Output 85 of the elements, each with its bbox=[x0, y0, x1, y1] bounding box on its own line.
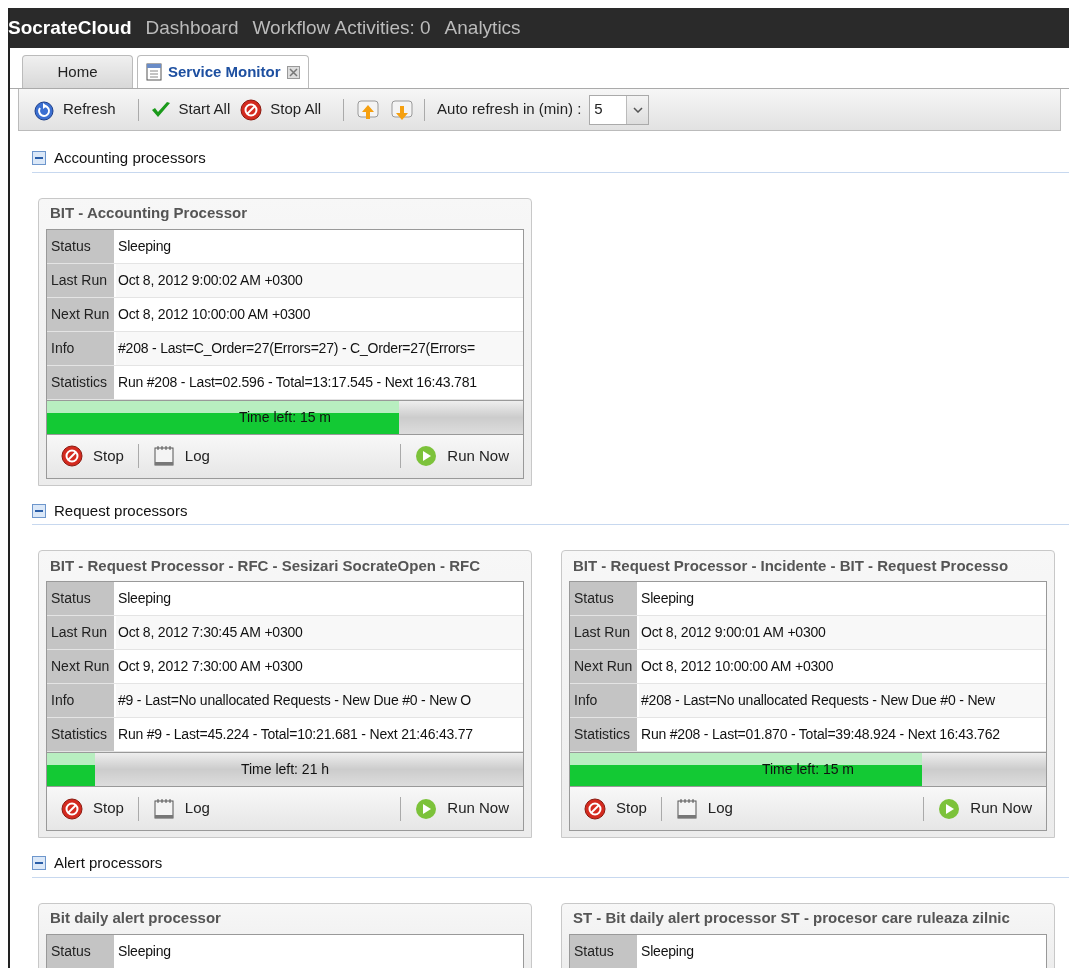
time-left: Time left: 15 m bbox=[237, 407, 333, 427]
stop-button[interactable]: Stop bbox=[61, 797, 124, 820]
row-label: Info bbox=[47, 331, 116, 365]
row-value: Oct 8, 2012 10:00:00 AM +0300 bbox=[640, 657, 834, 676]
row-value: Oct 9, 2012 7:30:00 AM +0300 bbox=[117, 657, 303, 676]
stop-button[interactable]: Stop bbox=[61, 444, 124, 468]
row-value: Sleeping bbox=[117, 589, 171, 608]
row-label: Status bbox=[570, 582, 639, 615]
row-label: Statistics bbox=[47, 718, 116, 751]
checkmark-icon bbox=[150, 100, 171, 119]
card-title: ST - Bit daily alert processor ST - procesor care ruleaza zilnic bbox=[572, 908, 1011, 929]
time-left: Time left: 15 m bbox=[760, 760, 856, 779]
row-label: Info bbox=[47, 684, 116, 717]
row-value: Run #208 - Last=02.596 - Total=13:17.545 - Next 16:43.781 bbox=[117, 372, 477, 392]
row-value: Oct 8, 2012 7:30:45 AM +0300 bbox=[117, 623, 303, 642]
time-left: Time left: 21 h bbox=[239, 760, 331, 779]
refresh-icon bbox=[33, 98, 55, 121]
play-icon bbox=[415, 445, 438, 467]
row-label: Statistics bbox=[47, 365, 116, 399]
start-button[interactable]: Start All bbox=[150, 98, 231, 121]
log-button[interactable]: Log bbox=[675, 797, 733, 820]
card-title: BIT - Request Processor - RFC - Sesizari SocrateOpen - RFC bbox=[49, 555, 482, 576]
collapse-icon[interactable] bbox=[32, 151, 46, 166]
calendar-icon bbox=[152, 797, 175, 820]
stop-button[interactable]: Stop All bbox=[240, 98, 322, 121]
row-value: Oct 8, 2012 10:00:00 AM +0300 bbox=[117, 304, 311, 324]
collapse-icon[interactable] bbox=[32, 503, 46, 518]
row-label: Next Run bbox=[47, 297, 116, 331]
brand[interactable]: SocrateCloud bbox=[8, 13, 132, 43]
row-label: Status bbox=[570, 934, 639, 968]
row-value: #208 - Last=C_Order=27(Errors=27) - C_Order=27(Errors= bbox=[117, 338, 475, 358]
stop-icon bbox=[61, 797, 83, 820]
row-label: Statistics bbox=[570, 718, 639, 751]
log-button[interactable]: Log bbox=[152, 444, 210, 468]
nav-link[interactable]: Analytics bbox=[444, 13, 521, 43]
document-icon bbox=[146, 63, 162, 81]
section-title: Alert processors bbox=[54, 853, 163, 873]
up-arrow-icon bbox=[356, 98, 381, 121]
row-label: Last Run bbox=[47, 616, 116, 649]
tab[interactable]: Home bbox=[22, 55, 133, 88]
stop-button[interactable]: Stop bbox=[584, 797, 647, 820]
play-icon bbox=[938, 797, 961, 820]
row-label: Status bbox=[47, 229, 116, 263]
play-icon bbox=[415, 797, 438, 820]
stop-icon bbox=[61, 445, 83, 467]
row-value: Sleeping bbox=[117, 941, 171, 961]
run-now-button[interactable]: Run Now bbox=[415, 444, 509, 468]
row-value: Sleeping bbox=[640, 589, 694, 608]
caret-icon bbox=[632, 106, 643, 113]
row-value: Oct 8, 2012 9:00:02 AM +0300 bbox=[117, 270, 303, 290]
auto-refresh-label: Auto refresh in (min) : bbox=[437, 99, 582, 120]
row-label: Status bbox=[47, 582, 116, 615]
row-value: Oct 8, 2012 9:00:01 AM +0300 bbox=[640, 623, 826, 642]
row-label: Last Run bbox=[570, 616, 639, 649]
nav-link[interactable]: Workflow Activities: 0 bbox=[252, 13, 431, 43]
card-title: BIT - Accounting Processor bbox=[49, 203, 248, 224]
calendar-icon bbox=[675, 797, 698, 820]
row-label: Status bbox=[47, 934, 116, 968]
row-value: Sleeping bbox=[117, 236, 171, 256]
row-label: Next Run bbox=[47, 650, 116, 683]
down-arrow-icon bbox=[390, 98, 415, 121]
tab[interactable]: Service Monitor bbox=[137, 55, 309, 88]
stop-icon bbox=[240, 98, 263, 121]
card-title: BIT - Request Processor - Incidente - BIT - Request Processo bbox=[572, 555, 1010, 576]
run-now-button[interactable]: Run Now bbox=[415, 797, 509, 820]
row-label: Info bbox=[570, 684, 639, 717]
calendar-icon bbox=[152, 445, 175, 467]
row-value: #9 - Last=No unallocated Requests - New Due #0 - New O bbox=[117, 691, 471, 710]
row-value: #208 - Last=No unallocated Requests - New Due #0 - New bbox=[640, 691, 995, 710]
stop-icon bbox=[584, 797, 606, 820]
section-title: Request processors bbox=[54, 500, 188, 521]
log-button[interactable]: Log bbox=[152, 797, 210, 820]
close-icon[interactable] bbox=[286, 65, 300, 79]
row-value: Run #208 - Last=01.870 - Total=39:48.924 - Next 16:43.762 bbox=[640, 725, 1000, 744]
row-value: Sleeping bbox=[640, 941, 694, 961]
row-value: Run #9 - Last=45.224 - Total=10:21.681 - Next 21:46:43.77 bbox=[117, 725, 473, 744]
auto-refresh-select[interactable]: 5 bbox=[589, 94, 650, 125]
refresh-button[interactable]: Refresh bbox=[33, 98, 116, 121]
nav-link[interactable]: Dashboard bbox=[145, 13, 239, 43]
section-title: Accounting processors bbox=[54, 148, 206, 168]
row-label: Next Run bbox=[570, 650, 639, 683]
card-title: Bit daily alert processor bbox=[49, 908, 222, 929]
run-now-button[interactable]: Run Now bbox=[938, 797, 1032, 820]
collapse-icon[interactable] bbox=[32, 856, 46, 871]
row-label: Last Run bbox=[47, 263, 116, 297]
